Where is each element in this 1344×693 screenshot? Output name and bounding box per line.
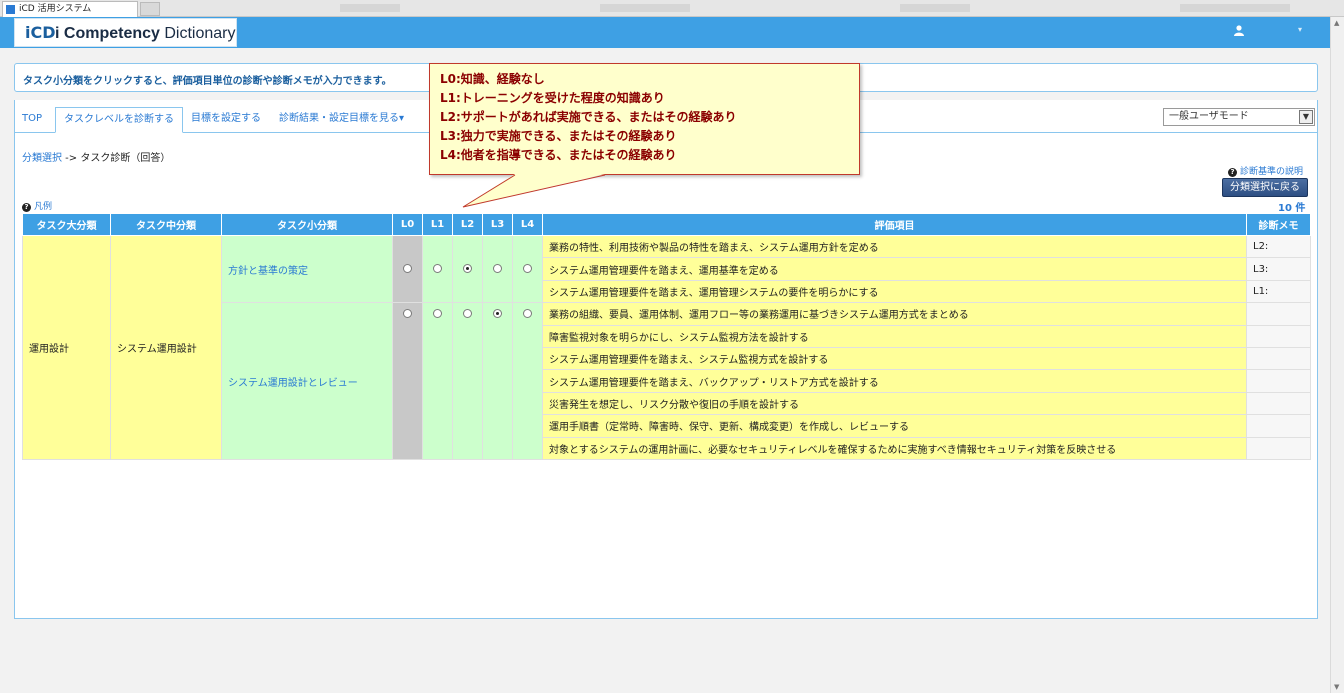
legend-link[interactable]: ? 凡例 — [22, 199, 52, 212]
small-category-link[interactable]: システム運用設計とレビュー — [221, 302, 393, 460]
breadcrumb-current: タスク診断（回答） — [80, 153, 171, 164]
header-l3: L3 — [482, 213, 513, 236]
diagnosis-memo[interactable]: L1: — [1246, 279, 1311, 304]
header-l0: L0 — [392, 213, 423, 236]
blurred-toolbar-area — [600, 4, 690, 12]
level-radio-l0[interactable] — [403, 264, 412, 274]
user-menu-caret-icon[interactable]: ▾ — [1298, 25, 1302, 34]
diagnosis-memo[interactable] — [1246, 346, 1311, 371]
level-legend-callout: L0:知識、経験なし L1:トレーニングを受けた程度の知識あり L2:サポートが… — [429, 63, 860, 175]
app-favicon-icon — [6, 5, 15, 14]
diagnosis-memo[interactable]: L2: — [1246, 234, 1311, 259]
level-radio-l1[interactable] — [433, 264, 442, 274]
diagnosis-memo[interactable] — [1246, 436, 1311, 460]
table-row: 運用設計 システム運用設計 方針と基準の策定 業務の特性、利用技術や製品の特性を… — [22, 234, 1311, 460]
question-icon: ? — [1228, 168, 1237, 177]
evaluation-item: システム運用管理要件を踏まえ、運用管理システムの要件を明らかにする — [542, 279, 1247, 304]
tab-set-goal[interactable]: 目標を設定する — [183, 107, 269, 133]
level-radio-l3[interactable] — [493, 308, 502, 318]
diagnosis-memo[interactable] — [1246, 391, 1311, 416]
breadcrumb: 分類選択 -> タスク診断（回答） — [22, 149, 170, 164]
header-l2: L2 — [452, 213, 483, 236]
diagnosis-memo[interactable] — [1246, 414, 1311, 438]
chevron-down-icon[interactable]: ▼ — [1299, 110, 1313, 124]
back-to-category-button[interactable]: 分類選択に戻る — [1222, 178, 1308, 197]
tab-diagnose-task-level[interactable]: タスクレベルを診断する — [55, 107, 183, 133]
scroll-up-icon[interactable]: ▲ — [1334, 19, 1339, 27]
scroll-down-icon[interactable]: ▼ — [1334, 683, 1339, 691]
level-radio-l2[interactable] — [463, 264, 472, 274]
browser-tab-strip: iCD 活用システム — [0, 0, 1344, 17]
logo-mark-icon: iCD — [25, 23, 56, 42]
callout-line-l3: L3:独力で実施できる、またはその経験あり — [440, 129, 677, 143]
header-l1: L1 — [422, 213, 453, 236]
tab-view-results[interactable]: 診断結果・設定目標を見る▾ — [271, 107, 412, 133]
callout-pointer-icon — [462, 174, 606, 208]
blurred-toolbar-area — [340, 4, 400, 12]
level-radio-l4[interactable] — [523, 308, 532, 318]
small-category-link[interactable]: 方針と基準の策定 — [221, 234, 393, 304]
evaluation-item: 災害発生を想定し、リスク分散や復旧の手順を設計する — [542, 391, 1247, 416]
large-category-cell: 運用設計 — [22, 235, 111, 460]
callout-line-l0: L0:知識、経験なし — [440, 72, 545, 86]
header-diagnosis-memo: 診断メモ — [1246, 213, 1311, 236]
logo[interactable]: iCD i Competency Dictionary — [14, 18, 237, 47]
info-message: タスク小分類をクリックすると、評価項目単位の診断や診断メモが入力できます。 — [23, 76, 392, 87]
task-diagnosis-table: タスク大分類 タスク中分類 タスク小分類 L0 L1 L2 L3 L4 評価項目… — [22, 213, 1311, 460]
tab-top[interactable]: TOP — [14, 107, 50, 133]
diagnosis-memo[interactable] — [1246, 369, 1311, 393]
criteria-help-link[interactable]: ? 診断基準の説明 — [1228, 164, 1303, 177]
breadcrumb-link-category[interactable]: 分類選択 — [22, 153, 62, 164]
diagnosis-memo[interactable] — [1246, 324, 1311, 348]
callout-line-l1: L1:トレーニングを受けた程度の知識あり — [440, 91, 665, 105]
breadcrumb-arrow: -> — [62, 153, 81, 164]
blurred-toolbar-area — [1180, 4, 1290, 12]
header-mid-category: タスク中分類 — [110, 213, 222, 236]
level-radio-l2[interactable] — [463, 308, 472, 318]
callout-line-l2: L2:サポートがあれば実施できる、またはその経験あり — [440, 110, 737, 124]
diagnosis-memo[interactable]: L3: — [1246, 257, 1311, 281]
callout-line-l4: L4:他者を指導できる、またはその経験あり — [440, 148, 677, 162]
browser-tab[interactable]: iCD 活用システム — [2, 1, 138, 17]
header-evaluation-item: 評価項目 — [542, 213, 1247, 236]
level-radio-l4[interactable] — [523, 264, 532, 274]
table-header-row: タスク大分類 タスク中分類 タスク小分類 L0 L1 L2 L3 L4 評価項目… — [22, 213, 1311, 236]
new-tab-button[interactable] — [140, 2, 160, 16]
evaluation-item: システム運用管理要件を踏まえ、運用基準を定める — [542, 257, 1247, 281]
evaluation-item: システム運用管理要件を踏まえ、バックアップ・リストア方式を設計する — [542, 369, 1247, 393]
vertical-scrollbar[interactable]: ▲ ▼ — [1330, 17, 1344, 693]
user-icon[interactable] — [1234, 25, 1244, 37]
blurred-toolbar-area — [900, 4, 970, 12]
evaluation-item: システム運用管理要件を踏まえ、システム監視方式を設計する — [542, 346, 1247, 371]
level-radio-l3[interactable] — [493, 264, 502, 274]
header-small-category: タスク小分類 — [221, 213, 393, 236]
mid-category-cell: システム運用設計 — [110, 235, 222, 460]
evaluation-item: 業務の組織、要員、運用体制、運用フロー等の業務運用に基づきシステム運用方式をまと… — [542, 302, 1247, 326]
diagnosis-memo[interactable] — [1246, 302, 1311, 326]
mode-select-value: 一般ユーザモード — [1169, 111, 1249, 122]
browser-tab-title: iCD 活用システム — [19, 4, 92, 14]
evaluation-item: 運用手順書（定常時、障害時、保守、更新、構成変更）を作成し、レビューする — [542, 414, 1247, 438]
evaluation-item: 障害監視対象を明らかにし、システム監視方法を設計する — [542, 324, 1247, 348]
evaluation-item: 対象とするシステムの運用計画に、必要なセキュリティレベルを確保するために実施すべ… — [542, 436, 1247, 460]
logo-text: i Competency Dictionary — [55, 25, 236, 42]
header-large-category: タスク大分類 — [22, 213, 111, 236]
evaluation-item: 業務の特性、利用技術や製品の特性を踏まえ、システム運用方針を定める — [542, 234, 1247, 259]
header-l4: L4 — [512, 213, 543, 236]
result-count: 10 件 — [1278, 203, 1306, 214]
level-radio-l1[interactable] — [433, 308, 442, 318]
mode-select[interactable]: 一般ユーザモード ▼ — [1163, 108, 1315, 126]
question-icon: ? — [22, 203, 31, 212]
app-header: iCD i Competency Dictionary ▾ — [0, 17, 1330, 48]
level-radio-l0[interactable] — [403, 308, 412, 318]
